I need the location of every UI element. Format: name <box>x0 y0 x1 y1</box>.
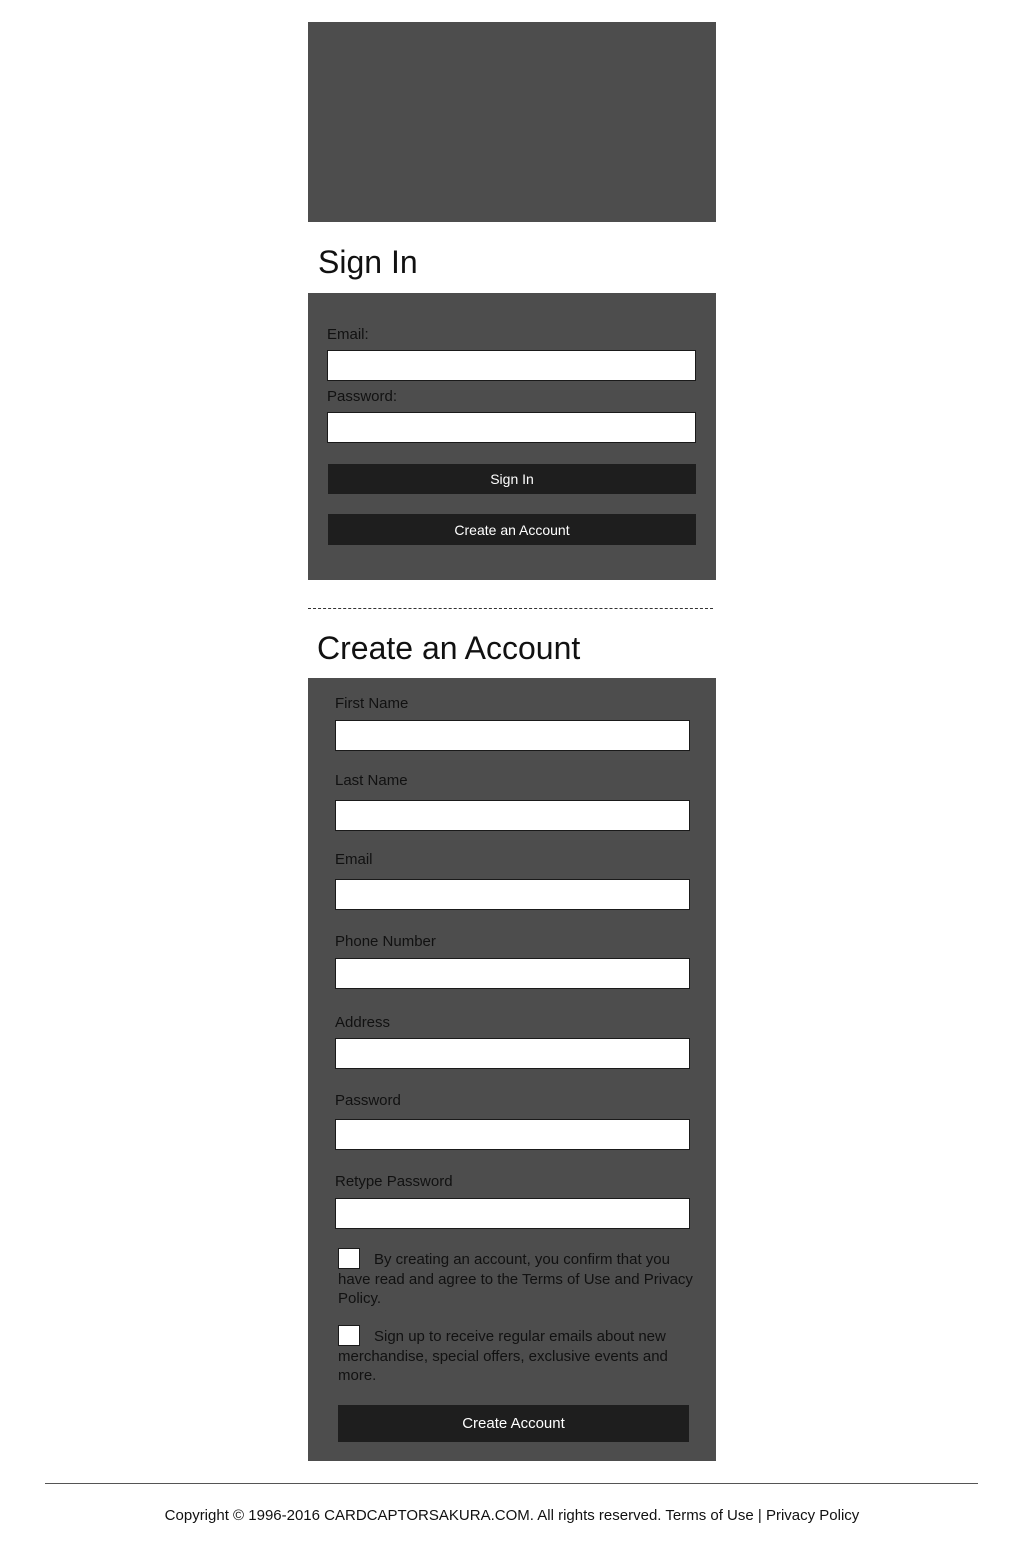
create-account-submit-button[interactable]: Create Account <box>338 1405 689 1442</box>
footer-copyright: Copyright © 1996-2016 CARDCAPTORSAKURA.C… <box>164 1507 666 1524</box>
phone-number-label: Phone Number <box>335 933 436 950</box>
phone-number-input[interactable] <box>335 958 690 989</box>
address-input[interactable] <box>335 1038 690 1069</box>
signin-panel: Email: Password: Sign In Create an Accou… <box>308 293 716 580</box>
email-input[interactable] <box>335 879 690 910</box>
banner-image <box>308 22 716 222</box>
signin-email-input[interactable] <box>327 350 696 381</box>
terms-of-use-link[interactable]: Terms of Use <box>665 1507 753 1524</box>
first-name-label: First Name <box>335 695 409 712</box>
create-account-link-button[interactable]: Create an Account <box>328 514 696 545</box>
terms-checkbox-text: By creating an account, you confirm that… <box>338 1251 693 1307</box>
password-input[interactable] <box>335 1119 690 1150</box>
signin-password-label: Password: <box>327 388 398 405</box>
newsletter-checkbox-text: Sign up to receive regular emails about … <box>338 1328 668 1384</box>
email-label: Email <box>335 851 373 868</box>
footer-rule <box>45 1483 978 1484</box>
signin-heading: Sign In <box>318 244 418 280</box>
first-name-input[interactable] <box>335 720 690 751</box>
footer: Copyright © 1996-2016 CARDCAPTORSAKURA.C… <box>0 1507 1024 1524</box>
last-name-input[interactable] <box>335 800 690 831</box>
password-label: Password <box>335 1092 401 1109</box>
create-account-heading: Create an Account <box>317 630 581 666</box>
footer-separator: | <box>753 1507 766 1524</box>
create-account-panel: First Name Last Name Email Phone Number … <box>308 678 716 1461</box>
privacy-policy-link[interactable]: Privacy Policy <box>766 1507 859 1524</box>
signin-password-input[interactable] <box>327 412 696 443</box>
retype-password-label: Retype Password <box>335 1173 453 1190</box>
section-divider <box>308 608 713 609</box>
signin-button[interactable]: Sign In <box>328 464 696 494</box>
last-name-label: Last Name <box>335 772 408 789</box>
address-label: Address <box>335 1014 391 1031</box>
signin-email-label: Email: <box>327 326 369 343</box>
retype-password-input[interactable] <box>335 1198 690 1229</box>
